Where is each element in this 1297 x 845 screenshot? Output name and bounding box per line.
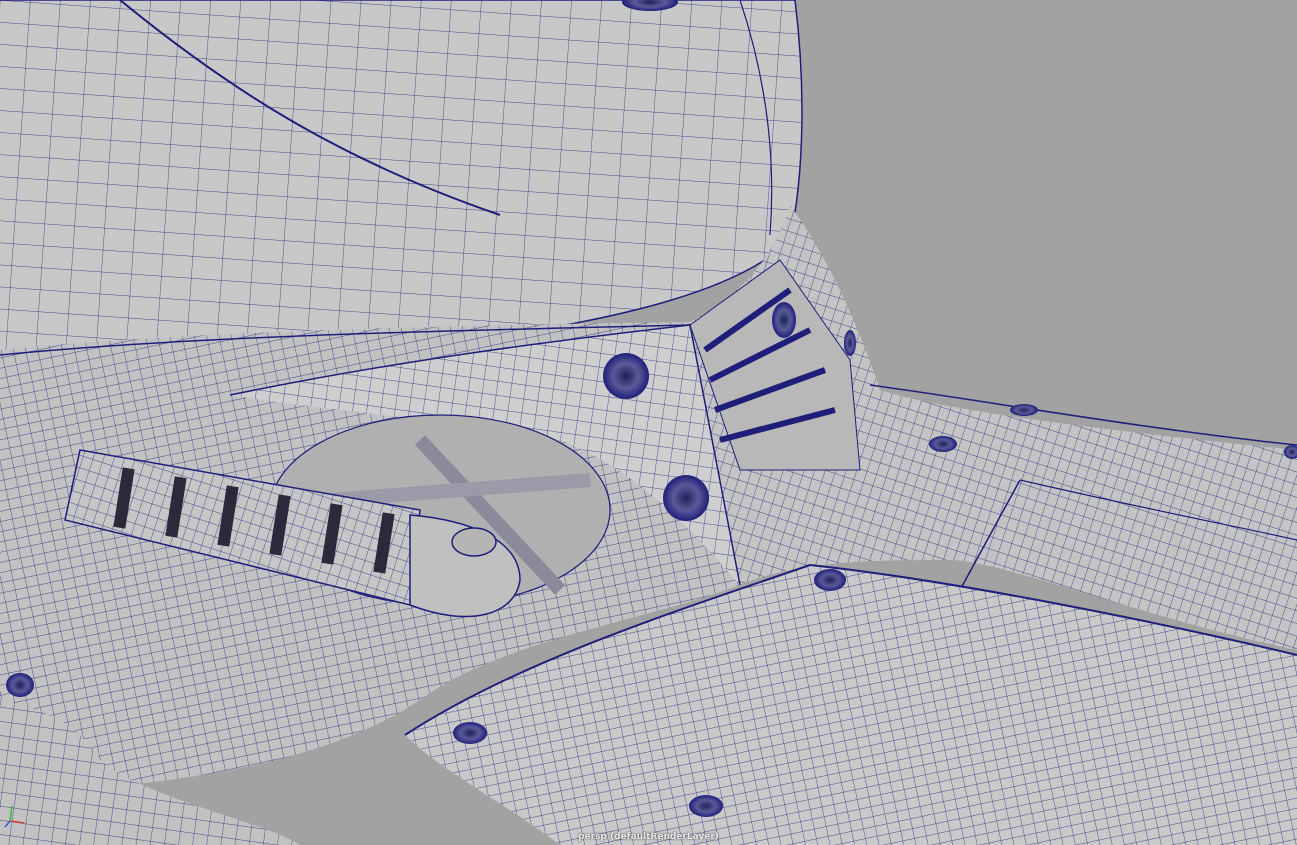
bolt-icon [453,722,487,744]
bolt-icon [603,353,649,399]
bolt-icon [1010,404,1038,416]
mesh-wireframe-scene[interactable] [0,0,1297,845]
bolt-icon [663,475,709,521]
bolt-icon [929,436,957,452]
xyz-axis-icon [4,805,25,828]
bolt-icon [844,330,856,356]
bolt-icon [772,302,796,338]
bolt-icon [814,569,846,591]
tank-body[interactable] [0,0,803,358]
perspective-viewport[interactable]: persp (defaultRenderLayer) [0,0,1297,845]
bolt-icon [689,795,723,817]
